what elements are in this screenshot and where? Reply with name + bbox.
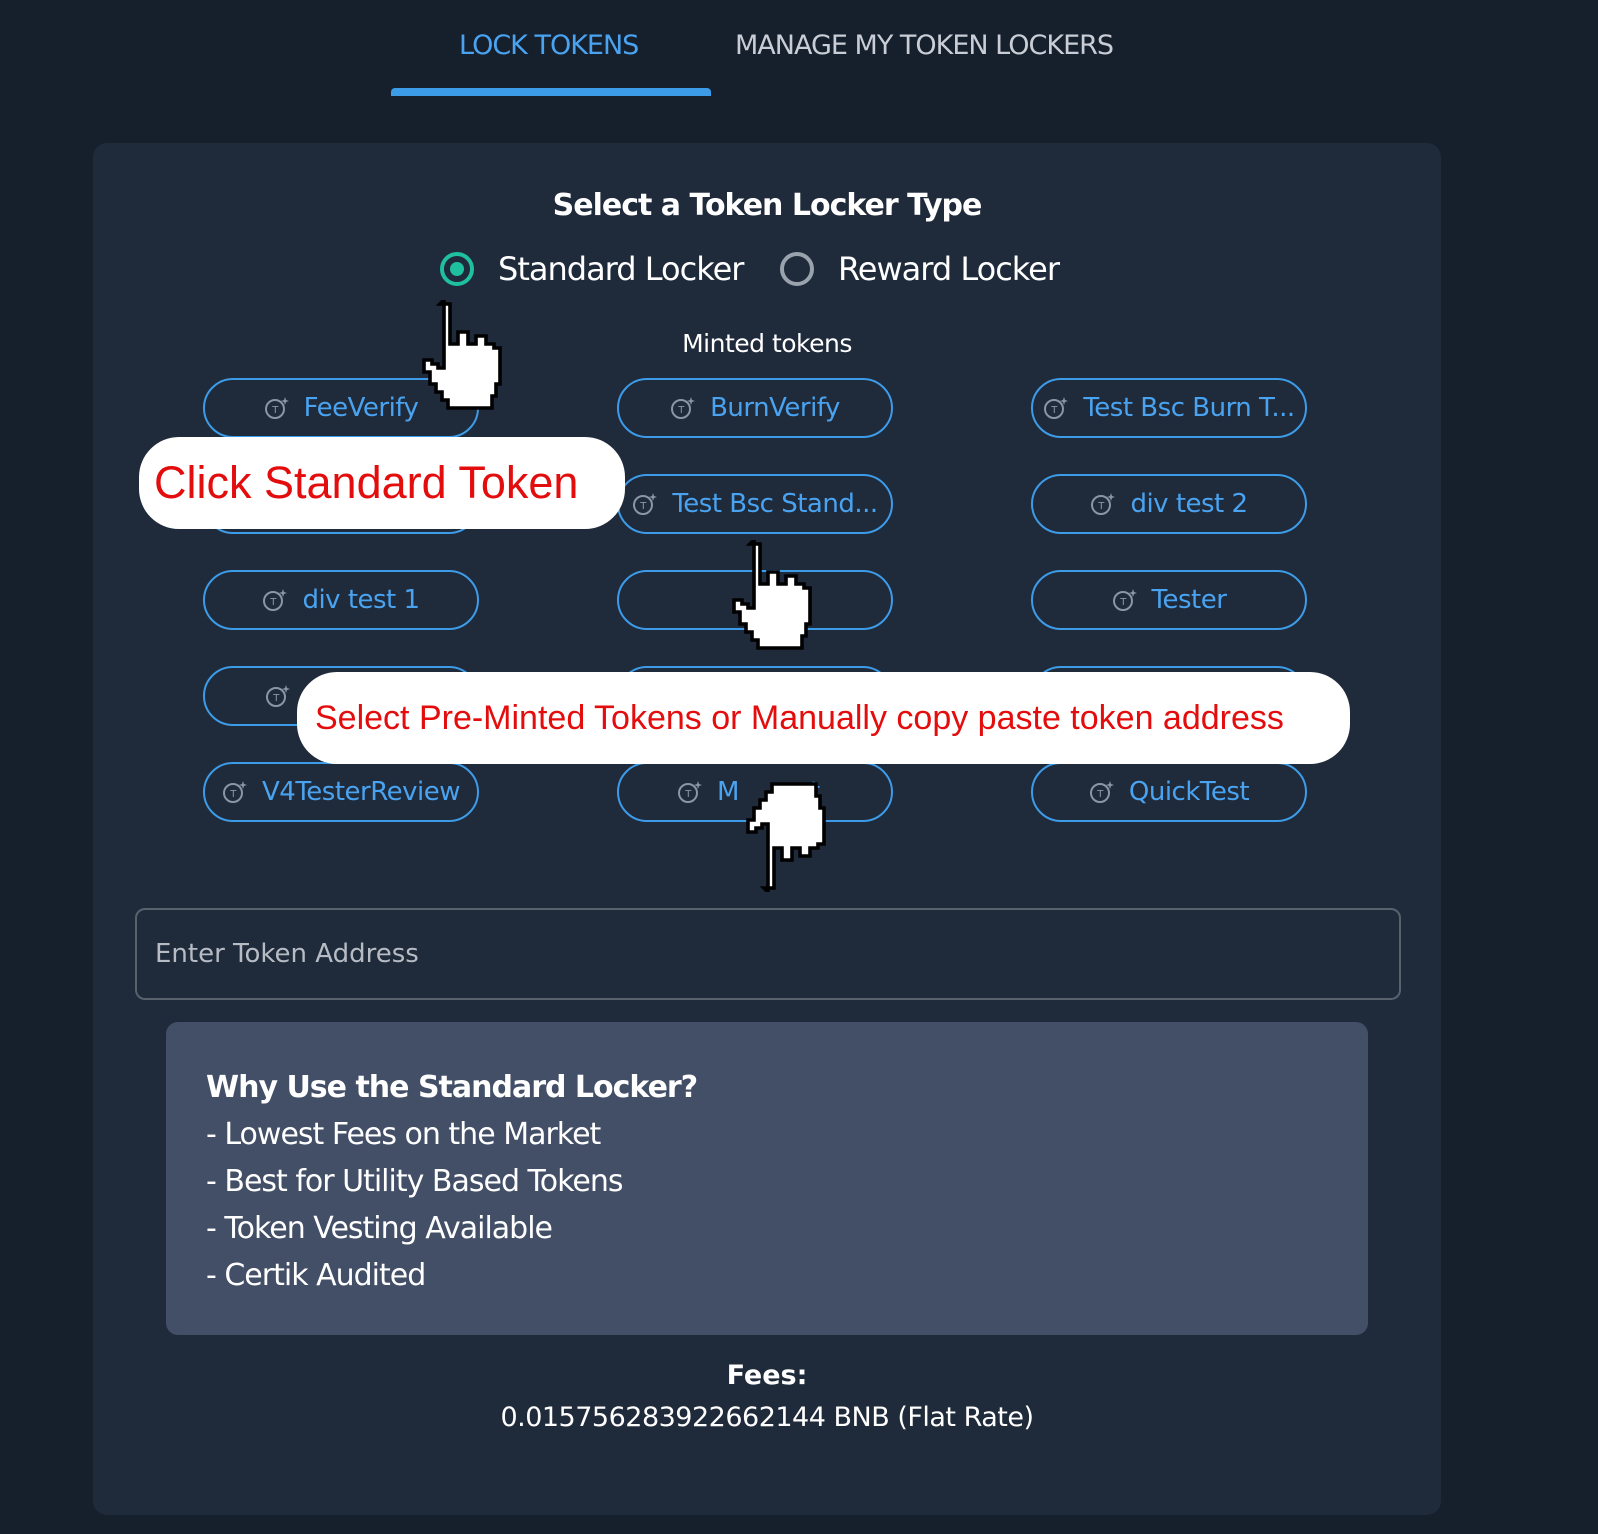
tutorial-callout-select-tokens: Select Pre-Minted Tokens or Manually cop… — [297, 672, 1350, 764]
token-sparkle-icon: T — [223, 781, 247, 803]
tab-manage-token-lockers[interactable]: MANAGE MY TOKEN LOCKERS — [735, 30, 1114, 61]
info-line: - Best for Utility Based Tokens — [206, 1164, 624, 1199]
tab-bar: LOCK TOKENS MANAGE MY TOKEN LOCKERS — [0, 0, 1598, 100]
token-name: BurnVerify — [710, 393, 840, 423]
token-button-feeverify[interactable]: T FeeVerify — [203, 378, 479, 438]
token-name: Test Bsc Stand... — [672, 489, 878, 519]
tab-lock-tokens[interactable]: LOCK TOKENS — [459, 30, 639, 61]
token-sparkle-icon: T — [1091, 493, 1116, 515]
token-address-input[interactable] — [135, 908, 1401, 1000]
svg-text:T: T — [1051, 405, 1059, 416]
active-tab-indicator — [391, 88, 711, 96]
fees-label: Fees: — [726, 1360, 808, 1391]
svg-text:T: T — [677, 405, 685, 416]
token-name: FeeVerify — [303, 393, 419, 423]
radio-selected-icon — [440, 252, 474, 286]
lock-tokens-panel: Select a Token Locker Type Standard Lock… — [93, 143, 1441, 1515]
token-sparkle-icon: T — [264, 397, 289, 419]
token-button-div-test-1[interactable]: T div test 1 — [203, 570, 479, 630]
fees-value: 0.015756283922662144 BNB (Flat Rate) — [500, 1402, 1034, 1433]
token-name: Tester — [1151, 585, 1227, 615]
info-line: - Certik Audited — [206, 1258, 426, 1293]
token-sparkle-icon: T — [266, 685, 290, 707]
locker-type-heading: Select a Token Locker Type — [552, 188, 983, 223]
info-line: - Lowest Fees on the Market — [206, 1117, 601, 1152]
standard-locker-label: Standard Locker — [498, 250, 744, 288]
token-sparkle-icon: T — [263, 589, 288, 611]
info-title: Why Use the Standard Locker? — [206, 1070, 698, 1105]
minted-tokens-label: Minted tokens — [682, 329, 852, 358]
token-name: Test Bsc Burn T... — [1083, 393, 1295, 423]
token-sparkle-icon: T — [1112, 589, 1137, 611]
standard-locker-radio[interactable]: Standard Locker — [440, 250, 744, 288]
svg-text:T: T — [684, 789, 692, 800]
token-sparkle-icon: T — [671, 397, 696, 419]
svg-text:T: T — [1096, 789, 1104, 800]
svg-text:T: T — [271, 405, 279, 416]
svg-text:T: T — [1098, 501, 1106, 512]
svg-text:T: T — [272, 693, 280, 704]
radio-unselected-icon — [780, 252, 814, 286]
tutorial-callout-click-standard: Click Standard Token — [139, 437, 625, 529]
token-name: V4TesterReview — [262, 777, 460, 807]
token-sparkle-icon: T — [678, 781, 702, 803]
token-name-suffix: st — [796, 777, 820, 807]
token-name: QuickTest — [1128, 777, 1250, 807]
token-sparkle-icon: T — [1089, 781, 1114, 803]
token-button-test-bsc-burn[interactable]: T Test Bsc Burn T... — [1031, 378, 1307, 438]
token-button-partially-obscured[interactable]: T M st — [617, 762, 893, 822]
token-button-burnverify[interactable]: T BurnVerify — [617, 378, 893, 438]
reward-locker-label: Reward Locker — [838, 250, 1060, 288]
reward-locker-radio[interactable]: Reward Locker — [780, 250, 1060, 288]
svg-text:T: T — [1119, 597, 1127, 608]
token-button-obscured[interactable] — [617, 570, 893, 630]
token-button-v4testerreview[interactable]: T V4TesterReview — [203, 762, 479, 822]
svg-text:T: T — [640, 501, 648, 512]
locker-type-radio-group: Standard Locker Reward Locker — [93, 250, 1441, 296]
token-sparkle-icon: T — [633, 493, 658, 515]
token-button-div-test-2[interactable]: T div test 2 — [1031, 474, 1307, 534]
info-line: - Token Vesting Available — [206, 1211, 553, 1246]
token-name: M — [717, 777, 739, 807]
token-button-quicktest[interactable]: T QuickTest — [1031, 762, 1307, 822]
token-button-test-bsc-standard[interactable]: T Test Bsc Stand... — [617, 474, 893, 534]
token-sparkle-icon: T — [1044, 397, 1069, 419]
token-button-tester[interactable]: T Tester — [1031, 570, 1307, 630]
token-name: div test 2 — [1130, 489, 1248, 519]
standard-locker-info-box: Why Use the Standard Locker? - Lowest Fe… — [166, 1022, 1368, 1335]
svg-text:T: T — [270, 597, 278, 608]
svg-text:T: T — [229, 789, 237, 800]
token-name: div test 1 — [302, 585, 420, 615]
